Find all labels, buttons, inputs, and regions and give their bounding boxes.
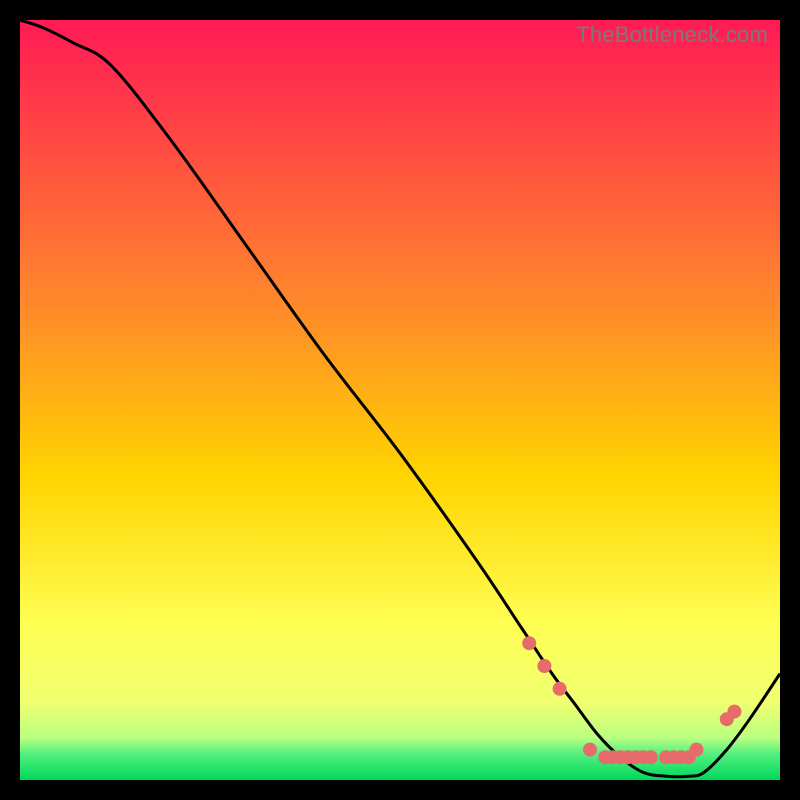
bottleneck-chart: [20, 20, 780, 780]
watermark-label: TheBottleneck.com: [576, 22, 768, 48]
curve-marker: [537, 659, 551, 673]
chart-frame: TheBottleneck.com: [20, 20, 780, 780]
curve-marker: [644, 750, 658, 764]
curve-marker: [553, 682, 567, 696]
curve-marker: [727, 705, 741, 719]
gradient-background: [20, 20, 780, 780]
curve-marker: [522, 636, 536, 650]
curve-marker: [689, 743, 703, 757]
curve-marker: [583, 743, 597, 757]
